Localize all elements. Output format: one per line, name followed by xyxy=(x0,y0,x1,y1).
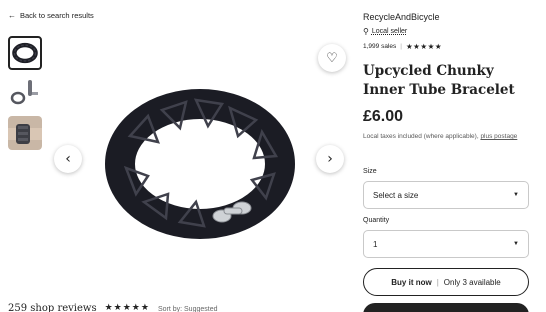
size-select-value: Select a size xyxy=(373,190,419,200)
arrow-left-icon: ← xyxy=(8,11,16,20)
thumbnail-3[interactable] xyxy=(8,116,42,150)
quantity-select-value: 1 xyxy=(373,239,378,249)
local-seller-label: Local seller xyxy=(371,28,408,35)
postage-link[interactable]: plus postage xyxy=(480,133,517,140)
back-link-label: Back to search results xyxy=(20,11,94,20)
favorite-button[interactable]: ♡ xyxy=(318,44,346,72)
quantity-select[interactable]: 1 ▼ xyxy=(363,230,529,258)
listing-title: Upcycled Chunky Inner Tube Bracelet xyxy=(363,63,515,98)
listing-price: £6.00 xyxy=(363,108,404,125)
next-image-button[interactable]: › xyxy=(316,145,344,173)
back-to-search-link[interactable]: ← Back to search results xyxy=(8,11,94,20)
thumbnail-1[interactable] xyxy=(8,36,42,70)
local-seller[interactable]: ⚲ Local seller xyxy=(363,27,407,36)
availability-label: Only 3 available xyxy=(443,277,501,287)
shop-sales-rating: 1,999 sales | ★★★★★ xyxy=(363,42,442,51)
shop-rating-stars[interactable]: ★★★★★ xyxy=(406,42,442,51)
thumbnail-list xyxy=(8,36,44,156)
size-select[interactable]: Select a size ▼ xyxy=(363,181,529,209)
quantity-label: Quantity xyxy=(363,217,390,224)
tax-note-text: Local taxes included (where applicable), xyxy=(363,133,479,140)
separator: | xyxy=(400,43,402,50)
shop-reviews-strip: 259 shop reviews ★★★★★ Sort by: Suggeste… xyxy=(8,303,217,312)
thumbnail-2[interactable] xyxy=(8,76,42,110)
caret-down-icon: ▼ xyxy=(513,241,519,247)
size-label: Size xyxy=(363,168,377,175)
main-product-image: ‹ › ♡ xyxy=(50,36,352,286)
caret-down-icon: ▼ xyxy=(513,192,519,198)
tax-note: Local taxes included (where applicable),… xyxy=(363,132,533,141)
chevron-left-icon: ‹ xyxy=(65,151,71,167)
buy-it-now-label: Buy it now xyxy=(391,277,432,287)
location-pin-icon: ⚲ xyxy=(363,27,369,36)
add-to-basket-button[interactable] xyxy=(363,303,529,312)
previous-image-button[interactable]: ‹ xyxy=(54,145,82,173)
buy-it-now-button[interactable]: Buy it now | Only 3 available xyxy=(363,268,529,296)
shop-reviews-count: 259 shop reviews xyxy=(8,303,97,312)
heart-icon: ♡ xyxy=(326,50,338,66)
shop-name-link[interactable]: RecycleAndBicycle xyxy=(363,12,440,22)
separator: | xyxy=(436,277,439,287)
reviews-rating-stars: ★★★★★ xyxy=(104,303,150,312)
bracelet-image xyxy=(105,89,295,239)
sales-count: 1,999 sales xyxy=(363,43,397,50)
reviews-sort[interactable]: Sort by: Suggested xyxy=(158,303,218,312)
chevron-right-icon: › xyxy=(327,151,333,167)
